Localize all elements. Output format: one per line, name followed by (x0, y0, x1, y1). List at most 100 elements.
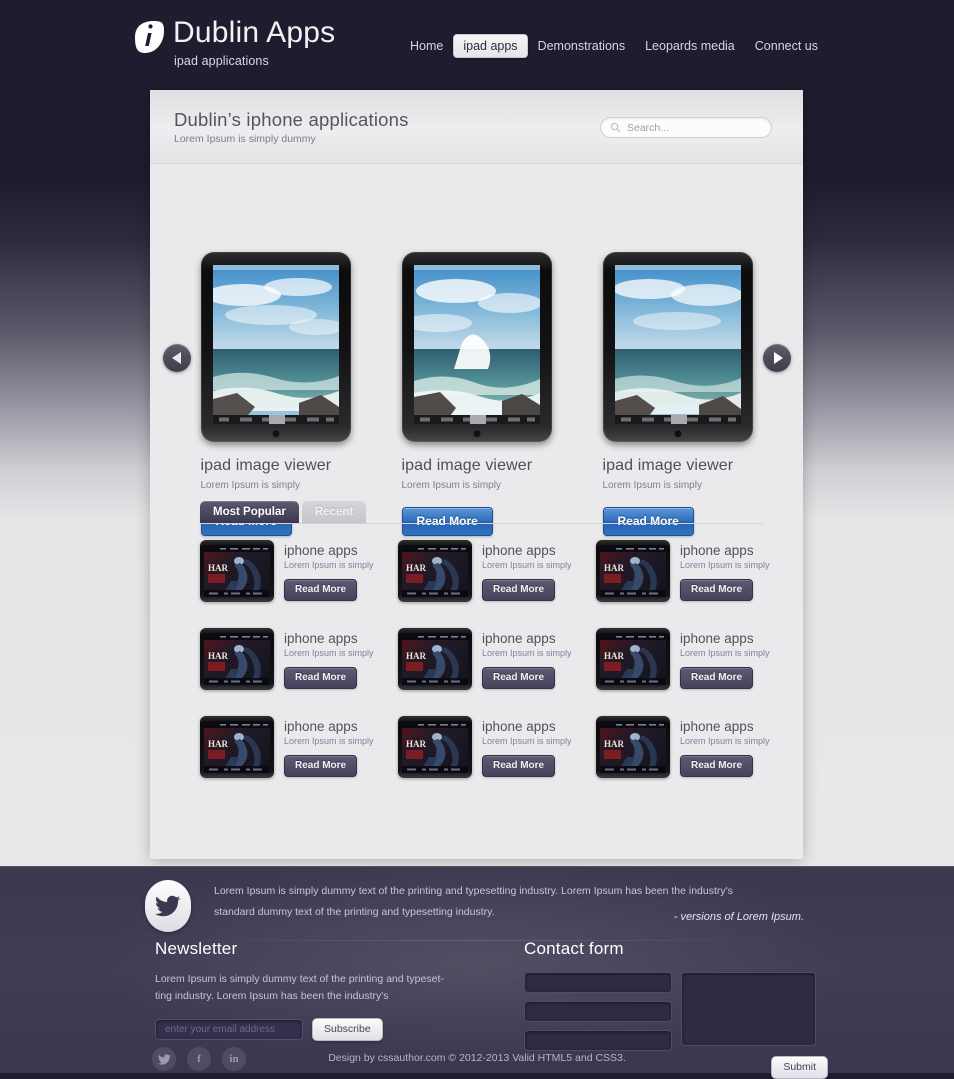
slide-title: ipad image viewer (602, 457, 734, 474)
contact-subject-field[interactable] (524, 1030, 672, 1051)
app-read-more-button[interactable]: Read More (680, 667, 754, 689)
contact-form-heading: Contact form (524, 939, 624, 958)
app-title: iphone apps (482, 631, 556, 646)
app-thumbnail[interactable]: HAR (596, 540, 670, 602)
nav-item-demonstrations[interactable]: Demonstrations (528, 34, 636, 58)
ipad-screen (614, 265, 741, 424)
app-subtitle: Lorem Ipsum is simply (680, 560, 770, 570)
app-thumbnail[interactable]: HAR (398, 540, 472, 602)
app-title: iphone apps (680, 543, 754, 558)
svg-text:HAR: HAR (406, 739, 427, 749)
app-thumbnail-screen: HAR (204, 545, 270, 597)
newsletter-email-input[interactable] (155, 1019, 303, 1040)
site-footer: Lorem Ipsum is simply dummy text of the … (0, 866, 954, 1079)
newsletter-section: Newsletter Lorem Ipsum is simply dummy t… (155, 939, 455, 1041)
app-thumbnail[interactable]: HAR (596, 628, 670, 690)
svg-text:HAR: HAR (208, 563, 229, 573)
app-card: HAR iphone apps Lorem Ipsum is simply Re… (398, 628, 596, 690)
copyright-text: Design by cssauthor.com © 2012-2013 Vali… (328, 1052, 626, 1064)
carousel-slide: ipad image viewer Lorem Ipsum is simply … (200, 252, 351, 536)
ipad-home-button (271, 429, 280, 438)
app-thumbnail-screen: HAR (600, 721, 666, 773)
nav-item-leopards-media[interactable]: Leopards media (635, 34, 745, 58)
newsletter-text: Lorem Ipsum is simply dummy text of the … (155, 973, 444, 1002)
app-thumbnail[interactable]: HAR (596, 716, 670, 778)
app-card: HAR iphone apps Lorem Ipsum is simply Re… (596, 628, 794, 690)
brand-subtitle: ipad applications (174, 54, 269, 68)
movie-poster-art: HAR (402, 721, 468, 773)
app-thumbnail[interactable]: HAR (200, 628, 274, 690)
movie-poster-art: HAR (600, 721, 666, 773)
app-read-more-button[interactable]: Read More (680, 755, 754, 777)
footer-blurb: Lorem Ipsum is simply dummy text of the … (214, 885, 733, 918)
ipad-screen (212, 265, 339, 424)
app-title: iphone apps (284, 543, 358, 558)
app-thumbnail[interactable]: HAR (398, 716, 472, 778)
movie-poster-art: HAR (204, 545, 270, 597)
app-title: iphone apps (482, 543, 556, 558)
nav-item-connect-us[interactable]: Connect us (745, 34, 828, 58)
app-card: HAR iphone apps Lorem Ipsum is simply Re… (596, 540, 794, 602)
seascape-photo (614, 265, 741, 424)
seascape-photo (413, 265, 540, 424)
app-read-more-button[interactable]: Read More (284, 579, 358, 601)
ipad-device-frame (602, 252, 753, 442)
panel-header: Dublin’s iphone applications Lorem Ipsum… (150, 90, 803, 164)
app-subtitle: Lorem Ipsum is simply (284, 648, 374, 658)
slide-title: ipad image viewer (200, 457, 332, 474)
app-thumbnail-screen: HAR (600, 545, 666, 597)
app-thumbnail-screen: HAR (600, 633, 666, 685)
app-thumbnail-screen: HAR (204, 633, 270, 685)
ipad-screen (413, 265, 540, 424)
carousel: ipad image viewer Lorem Ipsum is simply … (150, 164, 803, 536)
app-read-more-button[interactable]: Read More (482, 667, 556, 689)
movie-poster-art: HAR (600, 633, 666, 685)
carousel-track: ipad image viewer Lorem Ipsum is simply … (150, 252, 803, 536)
svg-text:HAR: HAR (406, 563, 427, 573)
app-read-more-button[interactable]: Read More (482, 755, 556, 777)
nav-item-home[interactable]: Home (400, 34, 453, 58)
main-navigation: Home ipad apps Demonstrations Leopards m… (400, 34, 828, 58)
app-read-more-button[interactable]: Read More (482, 579, 556, 601)
app-read-more-button[interactable]: Read More (284, 755, 358, 777)
svg-text:HAR: HAR (406, 651, 427, 661)
app-subtitle: Lorem Ipsum is simply (482, 560, 572, 570)
leaf-i-logo-icon (133, 20, 165, 54)
app-thumbnail[interactable]: HAR (398, 628, 472, 690)
app-read-more-button[interactable]: Read More (680, 579, 754, 601)
svg-text:HAR: HAR (604, 563, 625, 573)
search-box[interactable] (600, 117, 772, 138)
tab-most-popular[interactable]: Most Popular (200, 501, 299, 523)
app-title: iphone apps (284, 631, 358, 646)
svg-text:HAR: HAR (208, 651, 229, 661)
newsletter-heading: Newsletter (155, 939, 238, 958)
svg-text:HAR: HAR (604, 739, 625, 749)
page-title: Dublin’s iphone applications (174, 109, 409, 130)
subscribe-button[interactable]: Subscribe (312, 1018, 383, 1041)
nav-item-ipad-apps[interactable]: ipad apps (453, 34, 528, 58)
app-subtitle: Lorem Ipsum is simply (680, 736, 770, 746)
app-thumbnail[interactable]: HAR (200, 540, 274, 602)
twitter-badge[interactable] (145, 880, 191, 932)
movie-poster-art: HAR (204, 721, 270, 773)
brand-title: Dublin Apps (173, 16, 336, 49)
app-title: iphone apps (482, 719, 556, 734)
contact-email-field[interactable] (524, 1001, 672, 1022)
app-thumbnail[interactable]: HAR (200, 716, 274, 778)
app-title: iphone apps (680, 631, 754, 646)
app-card: HAR iphone apps Lorem Ipsum is simply Re… (398, 716, 596, 778)
ipad-device-frame (401, 252, 552, 442)
search-input[interactable] (627, 121, 757, 134)
slide-subtitle: Lorem Ipsum is simply (401, 480, 501, 491)
app-read-more-button[interactable]: Read More (284, 667, 358, 689)
movie-poster-art: HAR (402, 633, 468, 685)
contact-name-field[interactable] (524, 972, 672, 993)
contact-message-field[interactable] (681, 972, 816, 1046)
newsletter-form: Subscribe (155, 1018, 455, 1041)
tab-recent[interactable]: Recent (301, 501, 367, 523)
slide-subtitle: Lorem Ipsum is simply (602, 480, 702, 491)
brand-logo[interactable]: Dublin Apps ipad applications (133, 16, 335, 68)
app-card: HAR iphone apps Lorem Ipsum is simply Re… (200, 628, 398, 690)
app-subtitle: Lorem Ipsum is simply (482, 736, 572, 746)
svg-text:HAR: HAR (208, 739, 229, 749)
